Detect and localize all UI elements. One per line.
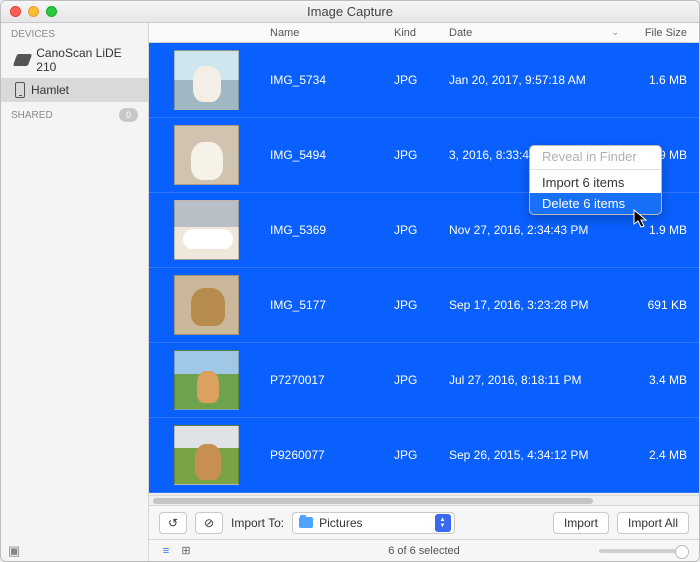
- cell-date: Nov 27, 2016, 2:34:43 PM: [449, 223, 629, 237]
- list-view-button[interactable]: ≡: [159, 545, 173, 557]
- scanner-icon: [13, 54, 33, 66]
- folder-icon: [299, 517, 313, 528]
- thumbnail-cell: [149, 275, 264, 335]
- sidebar-item-label: CanoScan LiDE 210: [36, 46, 140, 74]
- cell-name: IMG_5177: [264, 298, 394, 312]
- cell-name: IMG_5734: [264, 73, 394, 87]
- import-to-label: Import To:: [231, 516, 284, 530]
- shared-count-badge: 0: [119, 108, 138, 122]
- title-bar: Image Capture: [1, 1, 699, 23]
- sidebar: DEVICES CanoScan LiDE 210 Hamlet SHARED …: [1, 23, 149, 561]
- thumbnail-cell: [149, 350, 264, 410]
- sidebar-section-label: DEVICES: [11, 29, 55, 40]
- cell-kind: JPG: [394, 223, 449, 237]
- column-header-date[interactable]: Date ⌄: [449, 27, 629, 39]
- sidebar-section-label: SHARED: [11, 110, 53, 121]
- show-details-button[interactable]: ▣: [8, 543, 20, 559]
- phone-icon: [15, 82, 25, 98]
- context-menu: Reveal in Finder Import 6 items Delete 6…: [529, 145, 662, 215]
- cell-name: P9260077: [264, 448, 394, 462]
- cell-kind: JPG: [394, 298, 449, 312]
- folder-name: Pictures: [319, 516, 362, 530]
- menu-separator: [530, 169, 661, 170]
- delete-icon: ⊘: [204, 516, 214, 530]
- column-header-kind[interactable]: Kind: [394, 27, 449, 39]
- select-caret-icon: ▲▼: [435, 514, 451, 532]
- horizontal-scrollbar[interactable]: [149, 495, 699, 505]
- thumbnail-image: [174, 350, 239, 410]
- context-menu-delete[interactable]: Delete 6 items: [530, 193, 661, 214]
- cell-name: IMG_5494: [264, 148, 394, 162]
- thumbnail-size-slider[interactable]: [599, 549, 689, 553]
- sidebar-item-label: Hamlet: [31, 83, 69, 97]
- cell-name: P7270017: [264, 373, 394, 387]
- chevron-down-icon: ⌄: [611, 27, 619, 38]
- table-row[interactable]: P7270017 JPG Jul 27, 2016, 8:18:11 PM 3.…: [149, 343, 699, 418]
- grid-view-button[interactable]: ⊞: [179, 545, 193, 557]
- cell-kind: JPG: [394, 73, 449, 87]
- column-header-size[interactable]: File Size: [629, 27, 699, 39]
- cell-size: 1.6 MB: [629, 73, 699, 87]
- sidebar-section-devices: DEVICES: [1, 23, 148, 42]
- rotate-button[interactable]: ↺: [159, 512, 187, 534]
- thumbnail-image: [174, 50, 239, 110]
- cell-kind: JPG: [394, 373, 449, 387]
- thumbnail-cell: [149, 50, 264, 110]
- thumbnail-cell: [149, 125, 264, 185]
- thumbnail-image: [174, 425, 239, 485]
- main-panel: Name Kind Date ⌄ File Size IMG_5734 JPG …: [149, 23, 699, 561]
- thumbnail-image: [174, 125, 239, 185]
- table-row[interactable]: IMG_5177 JPG Sep 17, 2016, 3:23:28 PM 69…: [149, 268, 699, 343]
- cell-date: Sep 17, 2016, 3:23:28 PM: [449, 298, 629, 312]
- import-button[interactable]: Import: [553, 512, 609, 534]
- view-toggle: ≡ ⊞: [159, 545, 193, 557]
- column-header-label: Date: [449, 27, 472, 39]
- column-header-name[interactable]: Name: [264, 27, 394, 39]
- cell-kind: JPG: [394, 148, 449, 162]
- thumbnail-image: [174, 275, 239, 335]
- thumbnail-cell: [149, 200, 264, 260]
- cell-kind: JPG: [394, 448, 449, 462]
- context-menu-reveal: Reveal in Finder: [530, 146, 661, 167]
- cell-date: Sep 26, 2015, 4:34:12 PM: [449, 448, 629, 462]
- column-headers: Name Kind Date ⌄ File Size: [149, 23, 699, 43]
- cell-size: 3.4 MB: [629, 373, 699, 387]
- cell-size: 2.4 MB: [629, 448, 699, 462]
- status-bar: ≡ ⊞ 6 of 6 selected: [149, 539, 699, 561]
- thumbnail-cell: [149, 425, 264, 485]
- image-capture-window: Image Capture DEVICES CanoScan LiDE 210 …: [0, 0, 700, 562]
- table-row[interactable]: IMG_5734 JPG Jan 20, 2017, 9:57:18 AM 1.…: [149, 43, 699, 118]
- sidebar-item-phone[interactable]: Hamlet: [1, 78, 148, 102]
- sidebar-item-scanner[interactable]: CanoScan LiDE 210: [1, 42, 148, 78]
- import-all-button[interactable]: Import All: [617, 512, 689, 534]
- window-body: DEVICES CanoScan LiDE 210 Hamlet SHARED …: [1, 23, 699, 561]
- table-row[interactable]: P9260077 JPG Sep 26, 2015, 4:34:12 PM 2.…: [149, 418, 699, 493]
- cell-name: IMG_5369: [264, 223, 394, 237]
- import-to-select[interactable]: Pictures ▲▼: [292, 512, 454, 534]
- thumbnail-image: [174, 200, 239, 260]
- cell-date: Jul 27, 2016, 8:18:11 PM: [449, 373, 629, 387]
- rotate-icon: ↺: [168, 516, 178, 530]
- image-list: IMG_5734 JPG Jan 20, 2017, 9:57:18 AM 1.…: [149, 43, 699, 495]
- bottom-toolbar: ↺ ⊘ Import To: Pictures ▲▼ Import Import…: [149, 505, 699, 539]
- cell-date: Jan 20, 2017, 9:57:18 AM: [449, 73, 629, 87]
- sidebar-section-shared: SHARED 0: [1, 102, 148, 124]
- cell-size: 1.9 MB: [629, 223, 699, 237]
- context-menu-import[interactable]: Import 6 items: [530, 172, 661, 193]
- delete-button[interactable]: ⊘: [195, 512, 223, 534]
- window-title: Image Capture: [1, 4, 699, 19]
- cell-size: 691 KB: [629, 298, 699, 312]
